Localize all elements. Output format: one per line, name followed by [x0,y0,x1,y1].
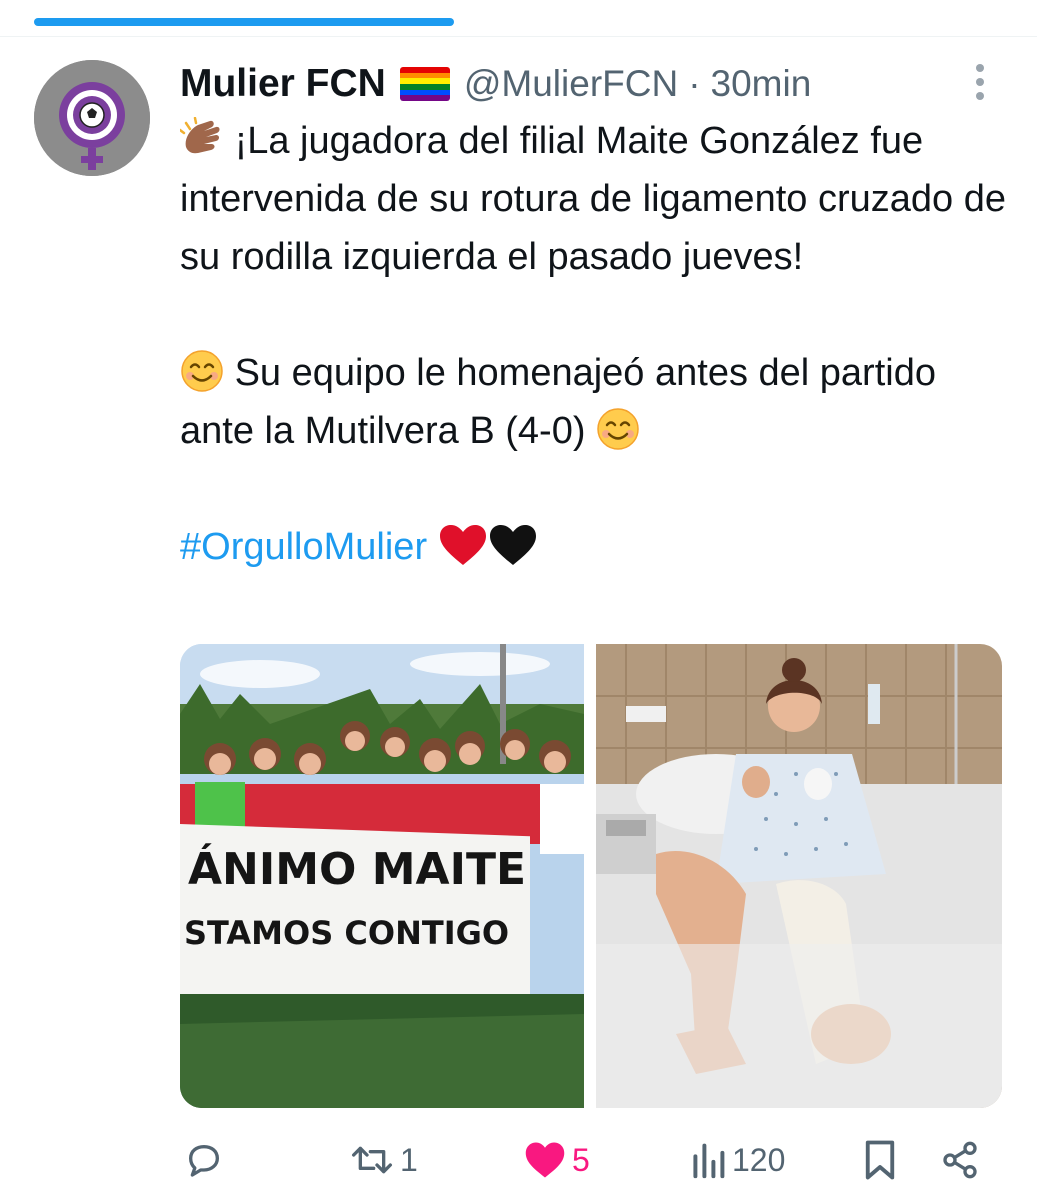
load-progress-bar [34,18,454,26]
red-heart-icon [438,523,488,567]
retweet-icon [351,1146,392,1174]
banner-text-line-1: ÁNIMO MAITE [188,842,526,895]
load-progress [0,0,1037,34]
more-icon[interactable] [965,64,995,104]
club-logo [34,60,150,176]
bookmark-icon [865,1140,895,1180]
display-name[interactable]: Mulier FCN [180,62,386,106]
like-icon [525,1142,565,1178]
tweet-paragraph-2: Su equipo le homenajeó antes del partido… [180,352,936,452]
banner-text-line-2: STAMOS CONTIGO [184,914,509,952]
hospital-photo[interactable] [596,644,1002,1108]
user-handle[interactable]: @MulierFCN [464,63,678,105]
like-button[interactable]: 5 [524,1130,590,1190]
header-separator: · [688,63,701,104]
clapping-hands-icon [180,117,224,161]
reply-icon [189,1145,219,1177]
views-button[interactable]: 120 [690,1130,785,1190]
smiling-face-icon [180,349,224,393]
retweet-button[interactable]: 1 [350,1130,418,1190]
bookmark-button[interactable] [862,1130,898,1190]
black-heart-icon [488,523,538,567]
rainbow-flag-icon [399,67,450,101]
share-icon [943,1141,977,1179]
reply-button[interactable] [184,1130,230,1190]
hashtag-link[interactable]: #OrgulloMulier [180,526,427,568]
timestamp[interactable]: 30min [711,63,812,105]
like-count: 5 [572,1141,590,1178]
avatar[interactable] [34,60,150,176]
team-banner-photo[interactable]: ÁNIMO MAITE STAMOS CONTIGO [180,644,584,1108]
tweet-header: Mulier FCN @MulierFCN · 30min [180,56,811,112]
views-icon [693,1143,725,1179]
top-divider [0,36,1037,37]
tweet-text: ¡La jugadora del filial Maite González f… [180,112,1010,576]
tweet-actions: 1 5 120 [0,1130,1037,1190]
smiling-face-icon [596,407,640,451]
views-count: 120 [732,1141,786,1178]
tweet-paragraph-1: ¡La jugadora del filial Maite González f… [180,120,1006,278]
share-button[interactable] [940,1130,980,1190]
retweet-count: 1 [400,1141,418,1178]
